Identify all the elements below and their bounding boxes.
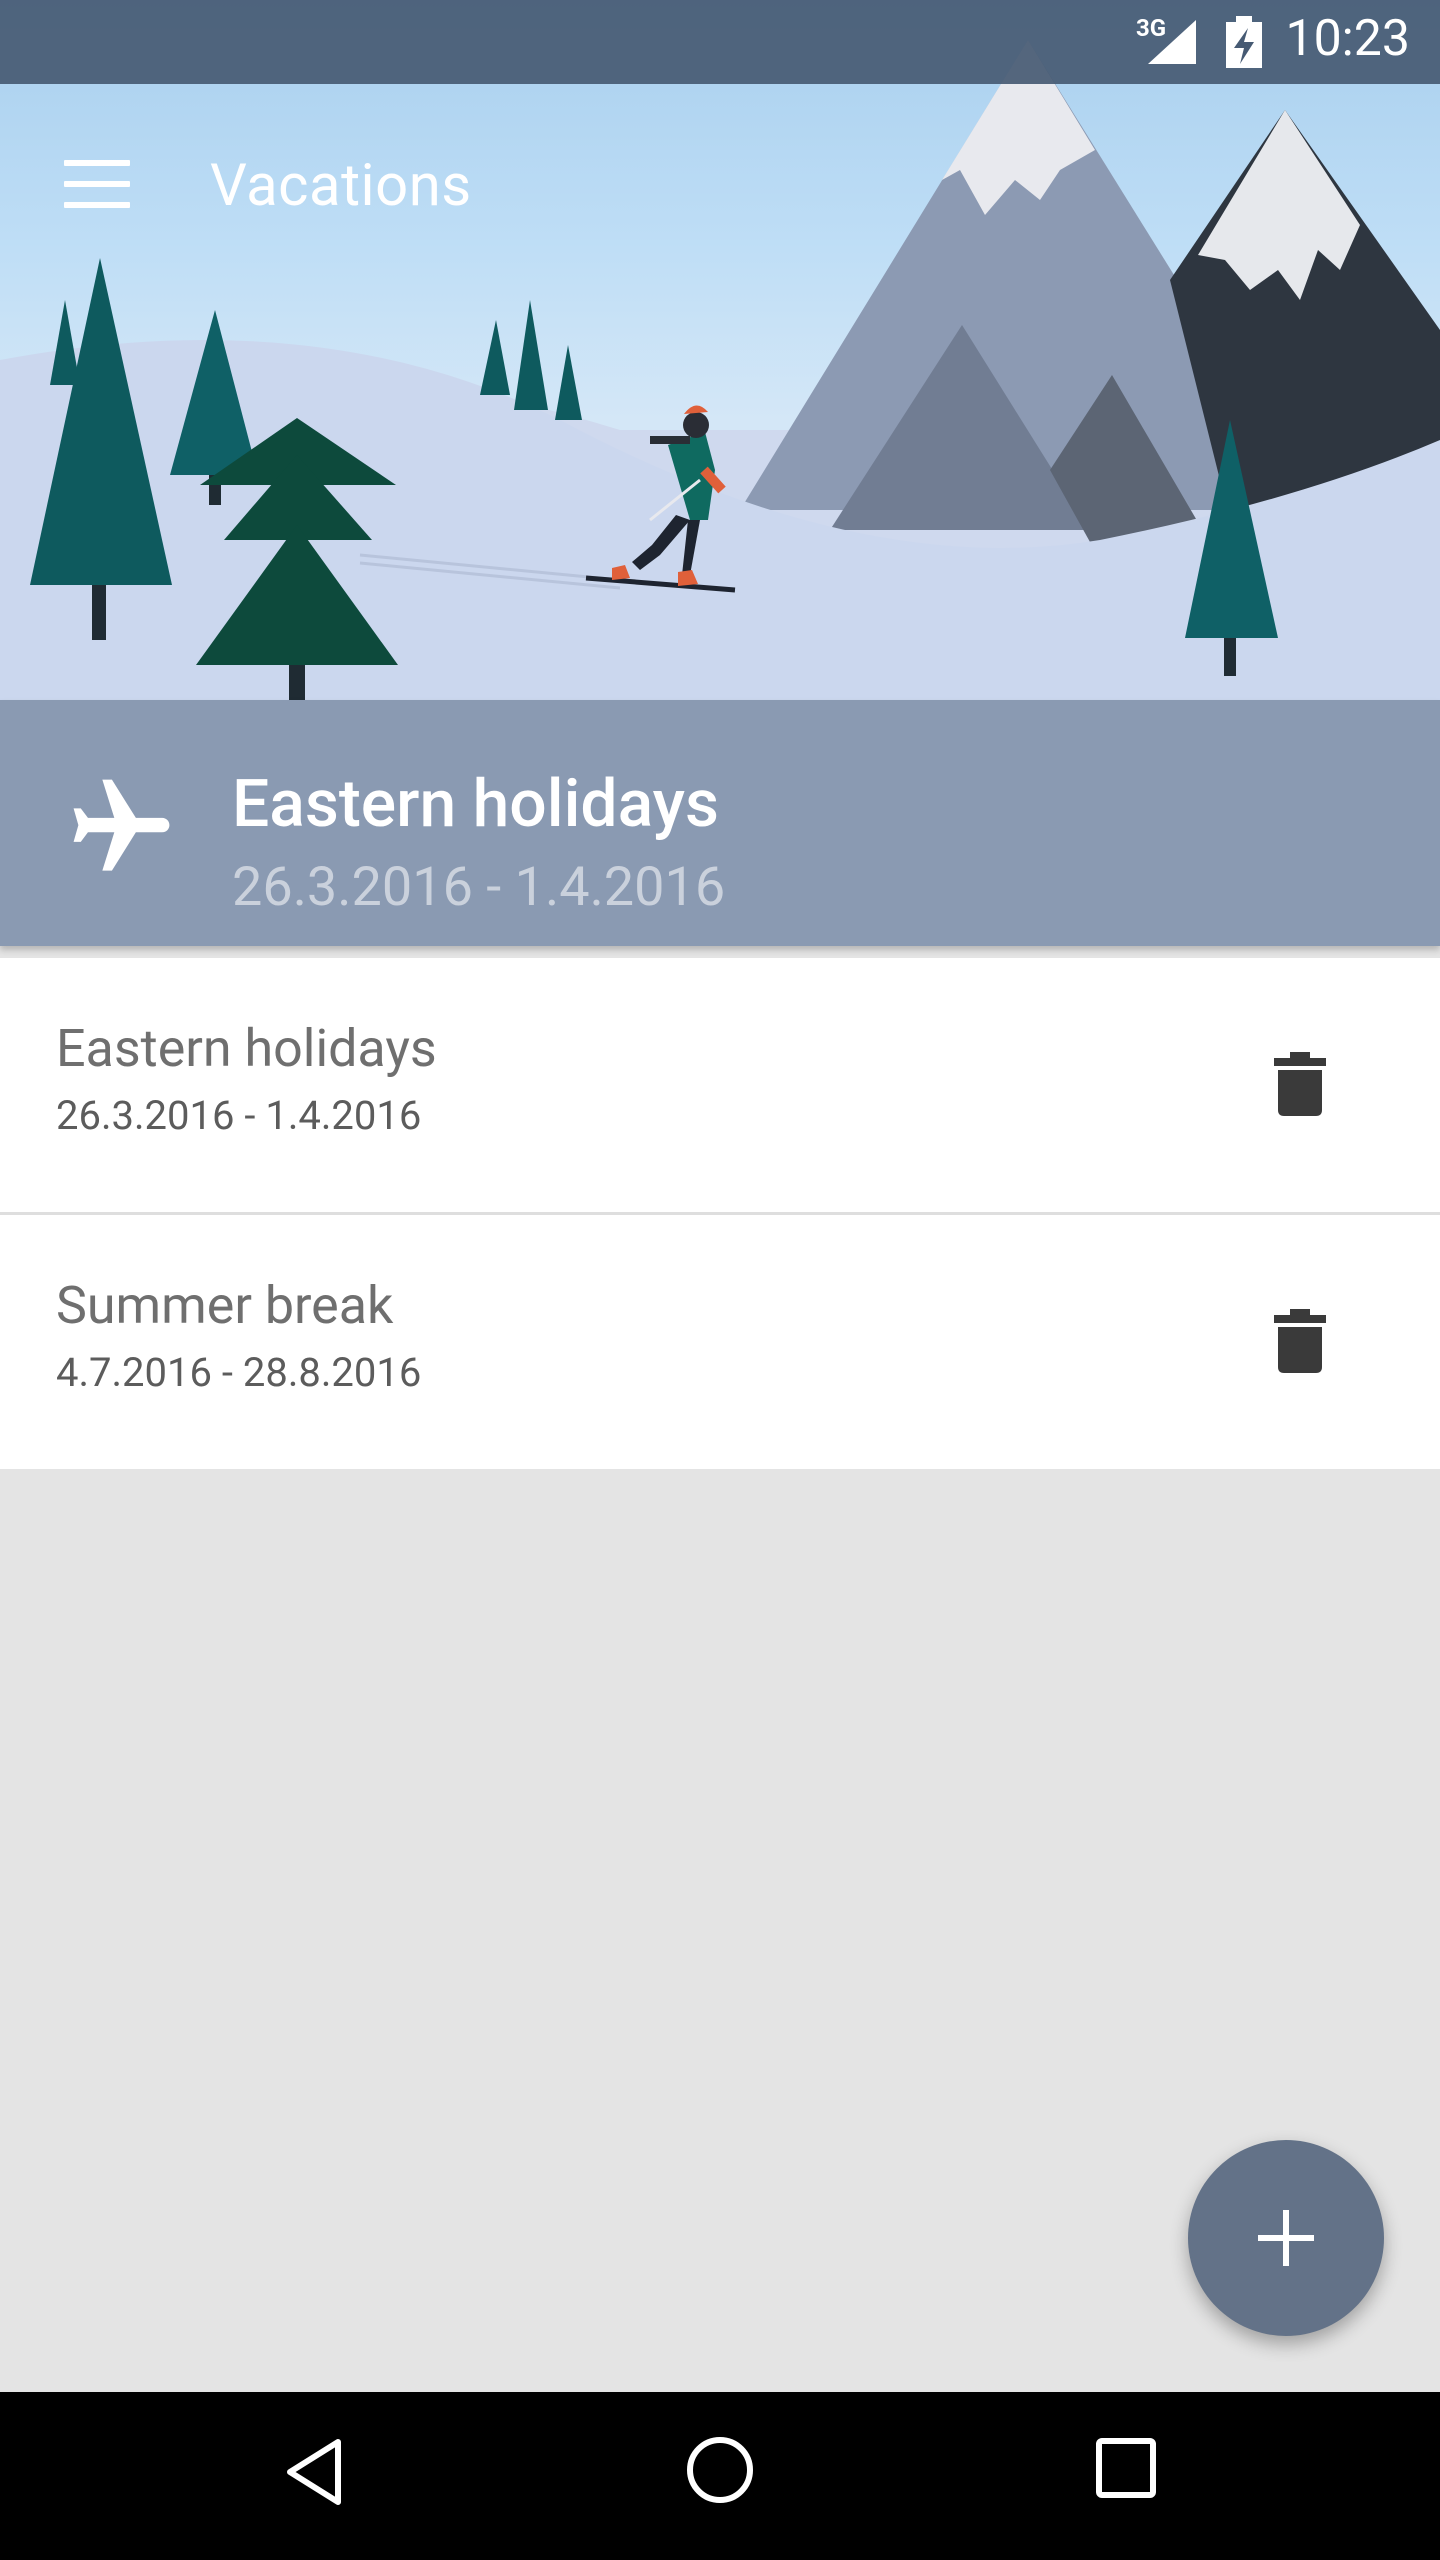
selected-vacation-banner[interactable]: Eastern holidays 26.3.2016 - 1.4.2016 — [0, 700, 1440, 946]
app-title: Vacations — [210, 152, 472, 220]
status-time: 10:23 — [1285, 10, 1410, 68]
list-item[interactable]: Eastern holidays 26.3.2016 - 1.4.2016 — [0, 958, 1440, 1215]
home-icon[interactable] — [686, 2436, 754, 2504]
status-bar: 3G 10:23 — [0, 0, 1440, 84]
recents-icon[interactable] — [1096, 2438, 1156, 2498]
selected-vacation-dates: 26.3.2016 - 1.4.2016 — [232, 856, 726, 919]
winter-landscape-illustration — [0, 40, 1440, 700]
vacation-title: Summer break — [56, 1275, 394, 1336]
header-illustration: Vacations — [0, 0, 1440, 700]
vacation-dates: 4.7.2016 - 28.8.2016 — [56, 1349, 422, 1396]
trash-icon[interactable] — [1274, 1052, 1326, 1116]
airplane-icon — [73, 779, 170, 871]
selected-vacation-title: Eastern holidays — [232, 766, 719, 843]
menu-icon[interactable] — [64, 160, 130, 208]
list-item[interactable]: Summer break 4.7.2016 - 28.8.2016 — [0, 1215, 1440, 1469]
back-icon[interactable] — [284, 2436, 344, 2508]
add-vacation-button[interactable] — [1188, 2140, 1384, 2336]
battery-icon — [1226, 16, 1262, 68]
vacation-list: Eastern holidays 26.3.2016 - 1.4.2016 Su… — [0, 958, 1440, 1469]
signal-icon — [1148, 20, 1196, 64]
system-navigation-bar — [0, 2392, 1440, 2560]
plus-icon — [1258, 2210, 1314, 2266]
trash-icon[interactable] — [1274, 1309, 1326, 1373]
vacation-title: Eastern holidays — [56, 1018, 437, 1079]
vacation-dates: 26.3.2016 - 1.4.2016 — [56, 1092, 422, 1139]
